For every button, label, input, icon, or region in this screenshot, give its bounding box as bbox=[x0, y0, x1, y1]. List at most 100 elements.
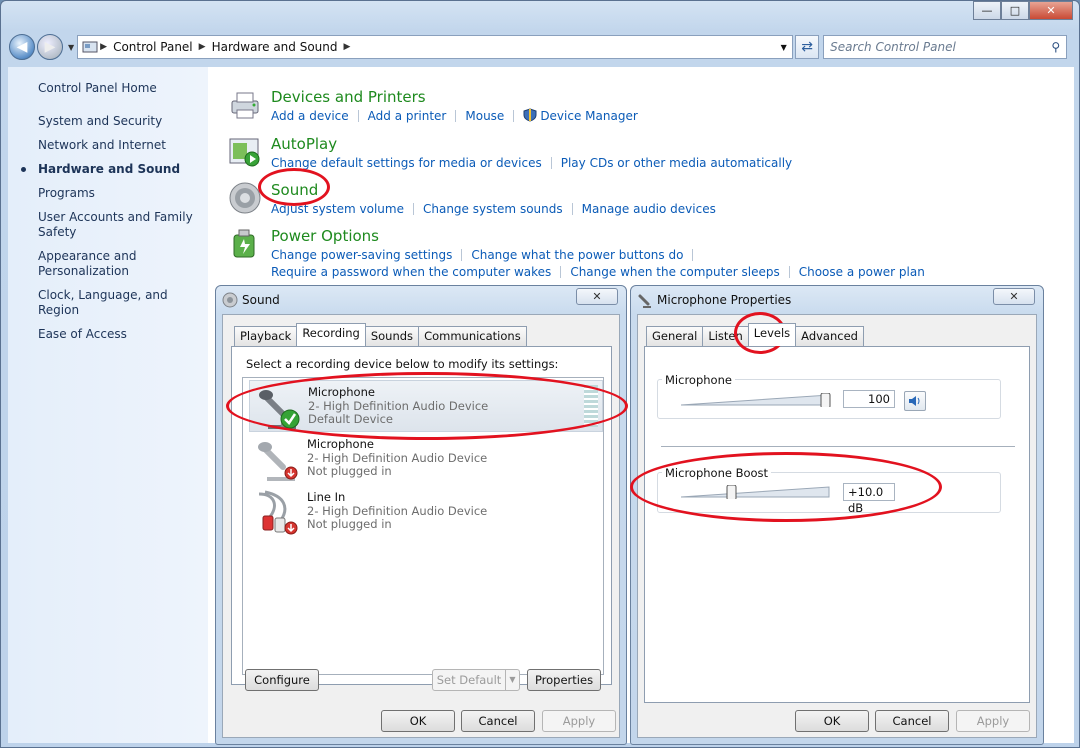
search-placeholder: Search Control Panel bbox=[830, 40, 956, 54]
cancel-button[interactable]: Cancel bbox=[875, 710, 949, 732]
mic-dialog-body: General Listen Levels Advanced Microphon… bbox=[637, 314, 1037, 738]
sidebar-item-user-accounts[interactable]: User Accounts and Family Safety bbox=[38, 210, 208, 240]
link-adjust-volume[interactable]: Adjust system volume bbox=[271, 201, 404, 218]
mic-tabs: General Listen Levels Advanced bbox=[646, 323, 864, 346]
window-caption-buttons: — □ ✕ bbox=[973, 1, 1073, 20]
device-name: Microphone bbox=[308, 385, 375, 399]
category-title-power[interactable]: Power Options bbox=[271, 227, 379, 245]
search-input[interactable]: Search Control Panel ⚲ bbox=[823, 35, 1068, 59]
microphone-level-value[interactable]: 100 bbox=[843, 390, 895, 408]
sidebar-item-clock-language[interactable]: Clock, Language, and Region bbox=[38, 288, 208, 318]
microphone-volume-slider[interactable] bbox=[681, 393, 833, 407]
sound-dialog-title: Sound bbox=[242, 293, 280, 307]
recent-pages-dropdown[interactable]: ▼ bbox=[68, 43, 74, 52]
device-status: Default Device bbox=[308, 412, 394, 426]
divider bbox=[661, 446, 1015, 447]
apply-button[interactable]: Apply bbox=[956, 710, 1030, 732]
line-in-cable-icon bbox=[258, 490, 298, 535]
levels-panel: Microphone 100 Microphone Boost +10.0 dB bbox=[644, 346, 1030, 703]
boost-slider-thumb[interactable] bbox=[726, 485, 737, 499]
microphone-slider-thumb[interactable] bbox=[820, 393, 831, 407]
forward-button[interactable]: ▶ bbox=[37, 34, 63, 60]
back-button[interactable]: ◀ bbox=[9, 34, 35, 60]
autoplay-icon[interactable] bbox=[228, 135, 262, 169]
link-computer-sleeps[interactable]: Change when the computer sleeps bbox=[570, 264, 779, 281]
sidebar-item-appearance[interactable]: Appearance and Personalization bbox=[38, 249, 208, 279]
microphone-boost-label: Microphone Boost bbox=[662, 466, 772, 480]
sidebar-item-network[interactable]: Network and Internet bbox=[38, 138, 208, 153]
tab-communications[interactable]: Communications bbox=[418, 326, 527, 346]
ok-button[interactable]: OK bbox=[381, 710, 455, 732]
microphone-icon bbox=[258, 442, 298, 481]
link-system-sounds[interactable]: Change system sounds bbox=[423, 201, 563, 218]
microphone-boost-slider[interactable] bbox=[681, 485, 833, 499]
level-meter bbox=[584, 385, 598, 427]
address-dropdown[interactable]: ▼ bbox=[774, 42, 792, 52]
mute-toggle-button[interactable] bbox=[904, 391, 926, 411]
link-require-password[interactable]: Require a password when the computer wak… bbox=[271, 264, 551, 281]
sidebar-item-ease-of-access[interactable]: Ease of Access bbox=[38, 327, 208, 342]
category-title-autoplay[interactable]: AutoPlay bbox=[271, 135, 337, 153]
printer-icon[interactable] bbox=[228, 88, 262, 122]
properties-button[interactable]: Properties bbox=[527, 669, 601, 691]
set-default-button[interactable]: Set Default bbox=[432, 669, 506, 691]
recording-instruction: Select a recording device below to modif… bbox=[246, 357, 559, 371]
sidebar: Control Panel Home System and Security N… bbox=[8, 67, 208, 743]
sound-dialog: Sound ✕ Playback Recording Sounds Commun… bbox=[215, 285, 627, 745]
breadcrumb-control-panel[interactable]: Control Panel bbox=[113, 40, 193, 54]
ok-button[interactable]: OK bbox=[795, 710, 869, 732]
tab-general[interactable]: General bbox=[646, 326, 704, 346]
cancel-button[interactable]: Cancel bbox=[461, 710, 535, 732]
list-item-line-in[interactable]: Line In 2- High Definition Audio Device … bbox=[249, 486, 603, 538]
link-power-plan[interactable]: Choose a power plan bbox=[799, 264, 925, 281]
close-button[interactable]: ✕ bbox=[1029, 1, 1073, 20]
sidebar-item-home[interactable]: Control Panel Home bbox=[38, 81, 208, 96]
sidebar-item-hardware-sound[interactable]: Hardware and Sound bbox=[21, 162, 208, 177]
maximize-button[interactable]: □ bbox=[1001, 1, 1029, 20]
link-mouse[interactable]: Mouse bbox=[465, 108, 504, 125]
link-add-printer[interactable]: Add a printer bbox=[368, 108, 447, 125]
mic-dialog-close-button[interactable]: ✕ bbox=[993, 288, 1035, 305]
chevron-right-icon[interactable]: ▶ bbox=[199, 42, 206, 52]
link-power-saving[interactable]: Change power-saving settings bbox=[271, 247, 452, 264]
tab-listen[interactable]: Listen bbox=[702, 326, 749, 346]
device-name: Line In bbox=[307, 490, 346, 504]
refresh-button[interactable]: ⇄ bbox=[795, 35, 820, 59]
device-description: 2- High Definition Audio Device bbox=[307, 504, 488, 518]
sound-dialog-body: Playback Recording Sounds Communications… bbox=[222, 314, 620, 738]
tab-advanced[interactable]: Advanced bbox=[795, 326, 864, 346]
sidebar-item-programs[interactable]: Programs bbox=[38, 186, 208, 201]
category-title-devices[interactable]: Devices and Printers bbox=[271, 88, 426, 106]
device-description: 2- High Definition Audio Device bbox=[307, 451, 488, 465]
address-bar[interactable]: ▶ Control Panel ▶ Hardware and Sound ▶ ▼ bbox=[77, 35, 794, 59]
link-power-buttons[interactable]: Change what the power buttons do bbox=[471, 247, 683, 264]
tab-sounds[interactable]: Sounds bbox=[364, 326, 420, 346]
tab-levels[interactable]: Levels bbox=[747, 323, 797, 346]
configure-button[interactable]: Configure bbox=[245, 669, 319, 691]
device-description: 2- High Definition Audio Device bbox=[308, 399, 489, 413]
sidebar-item-system-security[interactable]: System and Security bbox=[38, 114, 208, 129]
category-title-sound[interactable]: Sound bbox=[271, 181, 318, 199]
link-play-cds[interactable]: Play CDs or other media automatically bbox=[561, 155, 792, 172]
link-device-manager[interactable]: Device Manager bbox=[540, 108, 637, 125]
tab-playback[interactable]: Playback bbox=[234, 326, 298, 346]
link-autoplay-defaults[interactable]: Change default settings for media or dev… bbox=[271, 155, 542, 172]
apply-button[interactable]: Apply bbox=[542, 710, 616, 732]
list-item-microphone-unplugged[interactable]: Microphone 2- High Definition Audio Devi… bbox=[249, 433, 603, 485]
set-default-dropdown[interactable]: ▼ bbox=[505, 669, 520, 691]
speaker-icon[interactable] bbox=[228, 181, 262, 215]
list-item-microphone-default[interactable]: Microphone 2- High Definition Audio Devi… bbox=[249, 380, 603, 432]
minimize-button[interactable]: — bbox=[973, 1, 1001, 20]
search-icon[interactable]: ⚲ bbox=[1051, 40, 1060, 54]
sound-dialog-close-button[interactable]: ✕ bbox=[576, 288, 618, 305]
link-add-device[interactable]: Add a device bbox=[271, 108, 349, 125]
chevron-right-icon[interactable]: ▶ bbox=[100, 42, 107, 52]
tab-recording[interactable]: Recording bbox=[296, 323, 366, 346]
microphone-boost-value[interactable]: +10.0 dB bbox=[843, 483, 895, 515]
arrow-right-icon: ▶ bbox=[44, 39, 56, 55]
power-icon[interactable] bbox=[228, 227, 262, 261]
breadcrumb-hardware-and-sound[interactable]: Hardware and Sound bbox=[212, 40, 338, 54]
chevron-right-icon[interactable]: ▶ bbox=[344, 42, 351, 52]
arrow-left-icon: ◀ bbox=[16, 39, 28, 55]
link-manage-audio[interactable]: Manage audio devices bbox=[582, 201, 716, 218]
